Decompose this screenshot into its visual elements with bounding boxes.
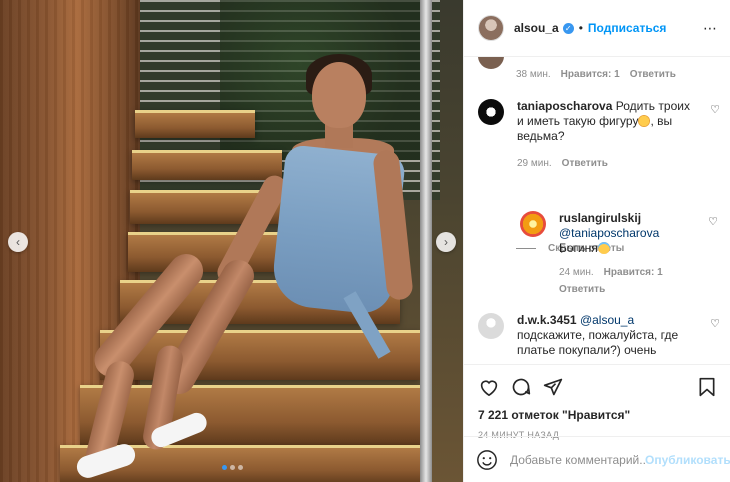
comment-time: 29 мин. [517, 158, 552, 169]
comment-button[interactable] [510, 376, 532, 398]
comment-username[interactable]: ruslangirulskij [559, 211, 641, 225]
heart-eyes-emoji-icon [638, 115, 651, 127]
username-link[interactable]: alsou_a [514, 21, 559, 35]
more-options-icon[interactable]: ⋯ [703, 20, 718, 37]
comment-username[interactable]: taniaposcharova [517, 99, 612, 113]
comment-username[interactable]: d.w.k.3451 [517, 313, 577, 327]
comment-time: 38 мин. [516, 69, 551, 80]
carousel-dot [230, 465, 235, 470]
save-button[interactable] [696, 376, 718, 398]
avatar[interactable] [478, 313, 504, 339]
follow-button[interactable]: Подписаться [588, 21, 666, 35]
instagram-post: ‹ › alsou_a ✓ • Подписаться ⋯ 38 мин. Нр… [0, 0, 730, 482]
bookmark-icon [699, 377, 715, 396]
comment-body: ruslangirulskij @taniaposcharova Богиня … [559, 211, 689, 297]
prev-photo-button[interactable]: ‹ [8, 232, 28, 252]
like-button[interactable] [478, 376, 500, 398]
verified-badge-icon: ✓ [562, 22, 574, 34]
emoji-picker-button[interactable] [476, 449, 498, 471]
comment-likes-link[interactable]: Нравится: 1 [604, 265, 663, 280]
post-side-panel: alsou_a ✓ • Подписаться ⋯ 38 мин. Нравит… [463, 0, 730, 482]
comments-list[interactable]: 38 мин. Нравится: 1 Ответить taniaposcha… [464, 57, 730, 364]
like-comment-heart-icon[interactable]: ♡ [710, 317, 720, 330]
reply-button[interactable]: Ответить [562, 156, 608, 171]
chevron-left-icon: ‹ [16, 235, 20, 249]
comment-meta: 24 мин. Нравится: 1 Ответить [559, 265, 689, 297]
next-photo-button[interactable]: › [436, 232, 456, 252]
chevron-right-icon: › [444, 235, 448, 249]
comment-bubble-icon [512, 378, 531, 395]
comment-meta: 38 мин. Нравится: 1 Ответить [516, 69, 676, 80]
comment-item-partial [478, 57, 720, 69]
comment-meta: 29 мин. Ответить [517, 156, 697, 171]
separator-dot: • [578, 21, 583, 35]
share-button[interactable] [542, 376, 564, 398]
head [312, 62, 366, 128]
reply-item: ruslangirulskij @taniaposcharova Богиня … [520, 211, 718, 297]
carousel-dot [222, 465, 227, 470]
paper-plane-icon [543, 378, 563, 395]
comment-body: d.w.k.3451 @alsou_a подскажите, пожалуйс… [517, 313, 697, 358]
halo-smile-emoji-icon [597, 242, 610, 254]
post-photo[interactable]: ‹ › [0, 0, 463, 482]
comment-input[interactable] [510, 452, 645, 467]
comment-text: подскажите, пожалуйста, где платье покуп… [517, 328, 679, 357]
avatar[interactable] [478, 15, 504, 41]
comment-time: 24 мин. [559, 267, 594, 278]
like-comment-heart-icon[interactable]: ♡ [708, 215, 718, 228]
carousel-dot [238, 465, 243, 470]
add-comment-bar: Опубликовать [464, 436, 730, 482]
comment-text: Богиня [559, 241, 598, 255]
post-actions [464, 364, 730, 408]
avatar[interactable] [478, 57, 504, 69]
mention-link[interactable]: @alsou_a [580, 313, 634, 327]
like-comment-heart-icon[interactable]: ♡ [710, 103, 720, 116]
likes-count[interactable]: 7 221 отметок "Нравится" [464, 408, 730, 426]
comment-item: taniaposcharova Родить троих и иметь так… [478, 99, 720, 171]
smiley-face-icon [477, 449, 497, 470]
avatar[interactable] [478, 99, 504, 125]
reply-button[interactable]: Ответить [630, 69, 676, 80]
woman-figure [0, 0, 463, 482]
publish-button[interactable]: Опубликовать [645, 453, 730, 467]
reply-button[interactable]: Ответить [559, 282, 605, 297]
mention-link[interactable]: @taniaposcharova [559, 226, 659, 240]
comment-body: taniaposcharova Родить троих и иметь так… [517, 99, 697, 171]
avatar[interactable] [520, 211, 546, 237]
carousel-indicator [222, 465, 243, 470]
comment-likes-link[interactable]: Нравится: 1 [561, 69, 620, 80]
heart-icon [480, 379, 498, 396]
post-header: alsou_a ✓ • Подписаться ⋯ [464, 0, 730, 57]
comment-item: d.w.k.3451 @alsou_a подскажите, пожалуйс… [478, 313, 720, 358]
